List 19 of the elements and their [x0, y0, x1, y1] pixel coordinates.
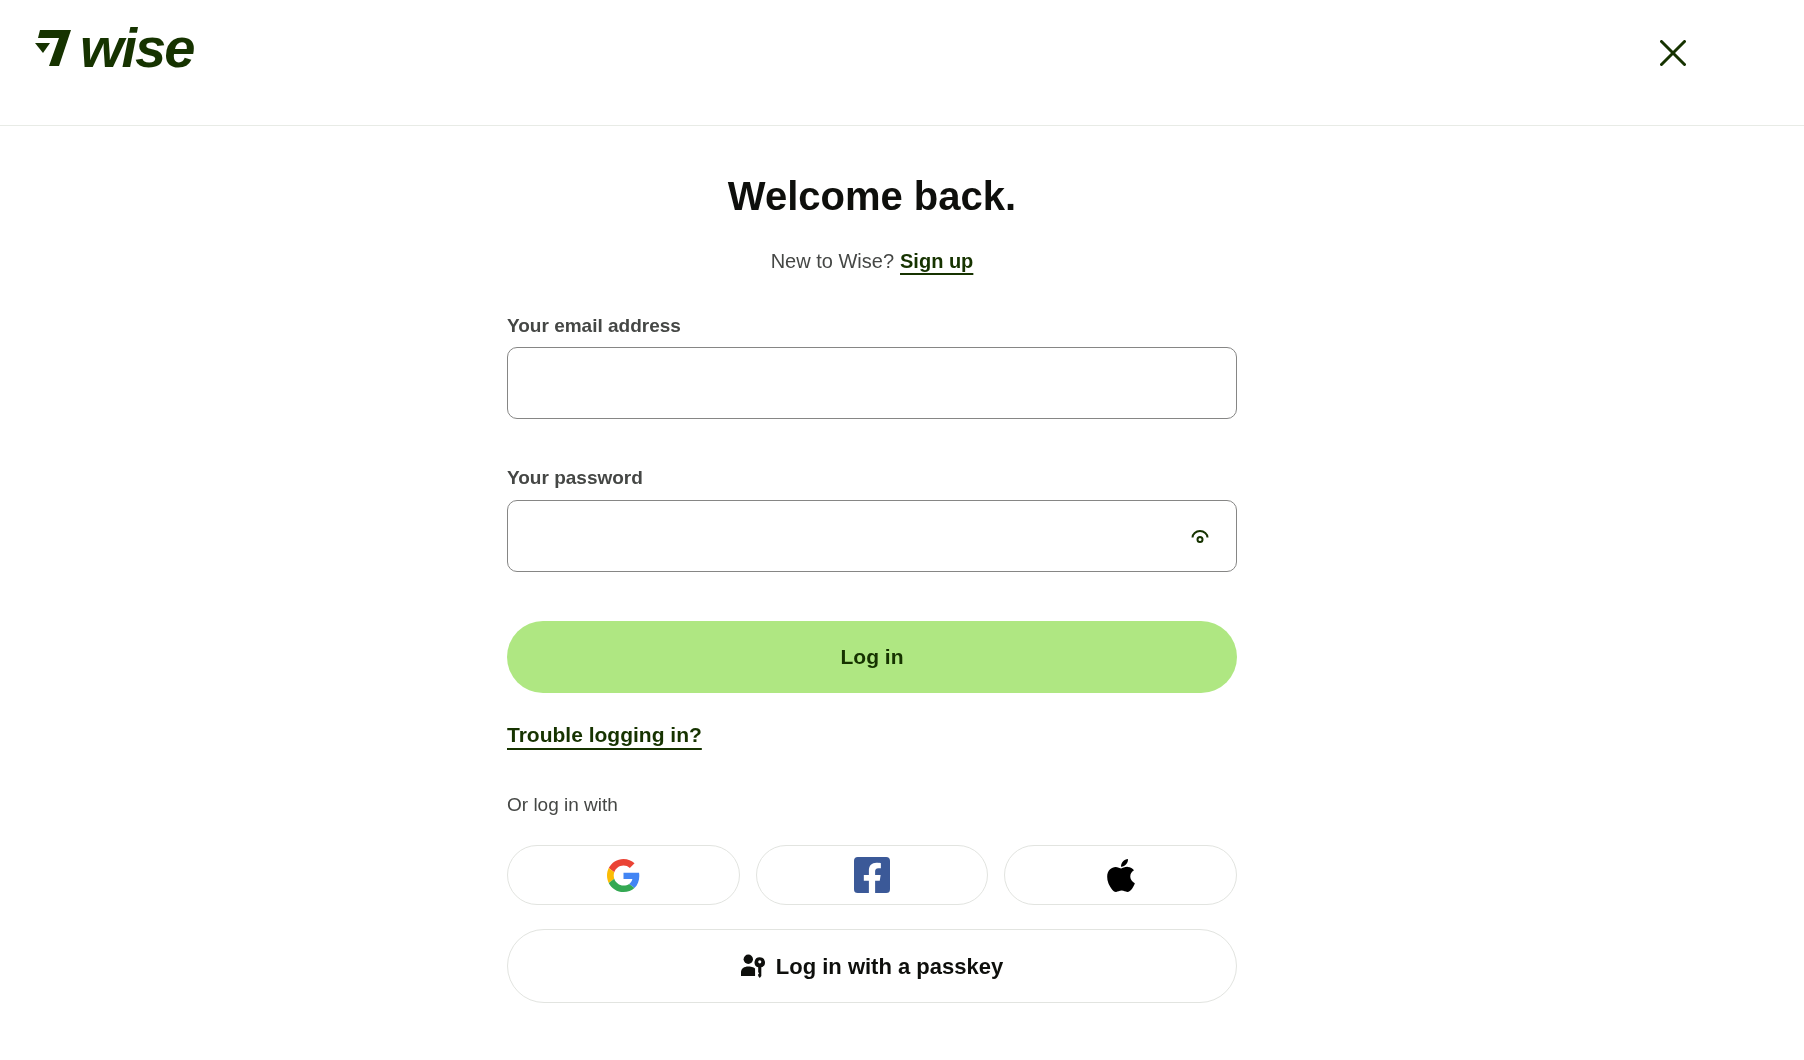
apple-logo-icon — [1106, 858, 1135, 892]
field-label: Your password — [507, 466, 644, 490]
trouble-link[interactable]: Trouble logging in? — [507, 721, 702, 749]
close-icon[interactable] — [1660, 40, 1686, 66]
google-logo-icon — [606, 858, 640, 892]
alt-login-label: Or log in with — [507, 793, 619, 817]
field-label: Your email address — [507, 314, 682, 338]
facebook-logo-icon — [854, 857, 890, 893]
eye-icon[interactable] — [1191, 529, 1209, 543]
passkey-button[interactable]: Log in with a passkey — [507, 929, 1237, 1003]
welcome-heading: Welcome back. — [726, 173, 1018, 220]
login-button[interactable]: Log in — [507, 621, 1237, 693]
password-field[interactable] — [507, 500, 1237, 572]
email-field[interactable] — [507, 347, 1237, 419]
flag-icon — [35, 30, 71, 66]
signup-prompt: New to Wise? — [770, 249, 894, 274]
logo-wordmark[interactable]: wise — [80, 20, 194, 76]
person-key-icon — [740, 953, 766, 979]
signup-link[interactable]: Sign up — [900, 247, 974, 275]
